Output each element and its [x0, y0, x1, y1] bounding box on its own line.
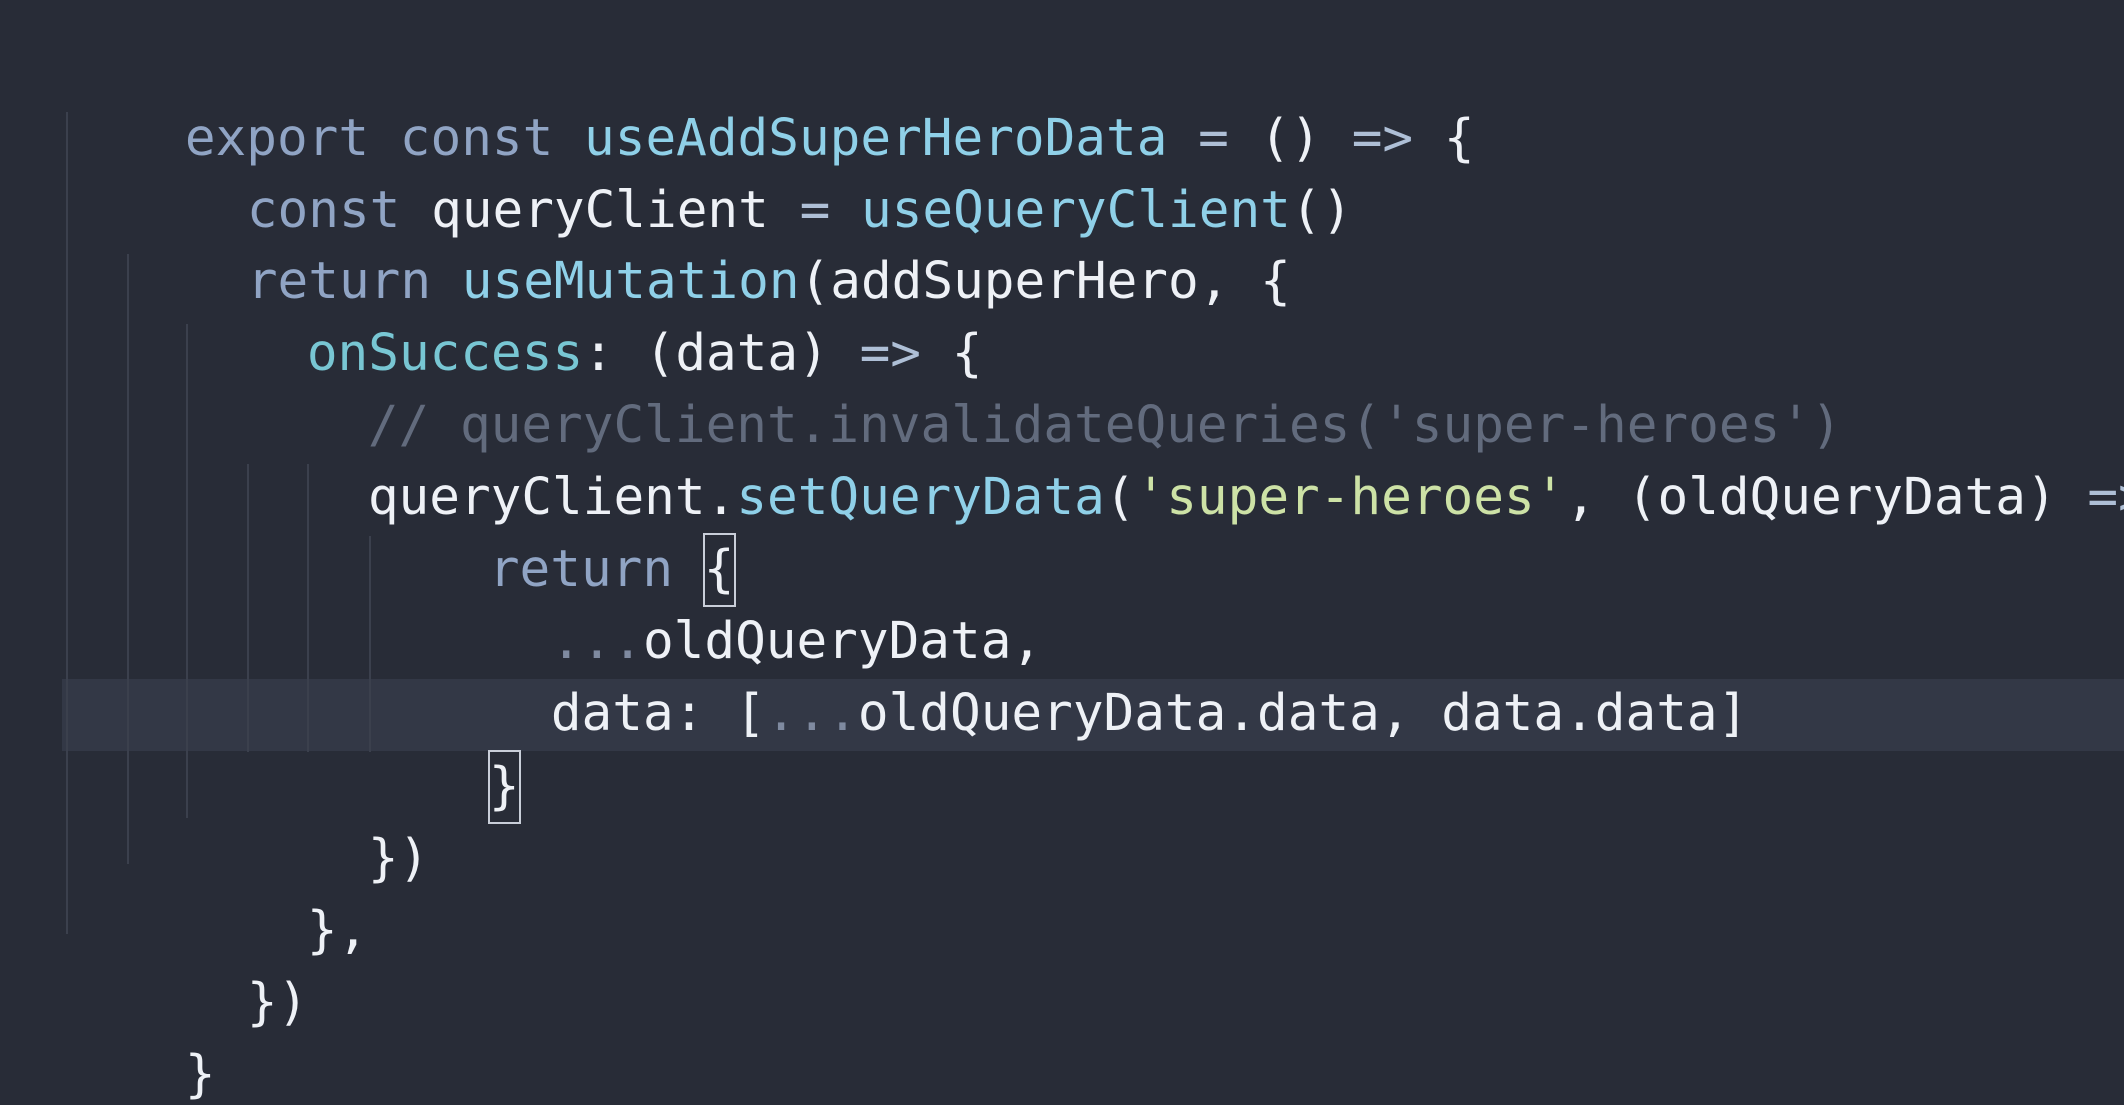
code-line-11[interactable]: }): [245, 751, 429, 888]
matched-close-brace: }: [487, 750, 521, 824]
code-line-6[interactable]: queryClient.setQueryData('super-heroes',…: [245, 390, 2124, 527]
open-brace: {: [1443, 109, 1475, 168]
parameter-list: , (oldQueryData): [1565, 468, 2057, 527]
code-line-12[interactable]: },: [184, 823, 368, 960]
property-key: data: [: [550, 684, 766, 743]
close-brace-paren: }): [246, 973, 309, 1032]
code-line-1[interactable]: export const useAddSuperHeroData = () =>…: [62, 31, 1475, 168]
arrow-operator: =>: [1351, 109, 1414, 168]
code-line-8[interactable]: ...oldQueryData,: [428, 534, 1042, 671]
close-brace: }: [184, 1045, 216, 1104]
method-call: setQueryData: [736, 468, 1105, 527]
punctuation: , {: [1198, 252, 1291, 311]
close-brace-comma: },: [306, 901, 369, 960]
code-line-4[interactable]: onSuccess: (data) => {: [184, 246, 983, 383]
code-line-3[interactable]: return useMutation(addSuperHero, {: [124, 174, 1291, 311]
code-line-7[interactable]: return {: [366, 462, 736, 607]
code-editor[interactable]: export const useAddSuperHeroData = () =>…: [0, 0, 2124, 1105]
parens: (): [1290, 181, 1353, 240]
code-line-13[interactable]: }): [124, 895, 308, 1032]
array-items: oldQueryData.data, data.data]: [857, 684, 1749, 743]
string-literal: 'super-heroes': [1135, 468, 1566, 527]
close-brace-paren: }): [367, 829, 430, 888]
code-line-5[interactable]: // queryClient.invalidateQueries('super-…: [245, 318, 1842, 455]
code-line-10[interactable]: }: [366, 679, 521, 824]
spread-operator: ...: [765, 684, 858, 743]
code-line-14[interactable]: }: [62, 967, 216, 1104]
code-line-9[interactable]: data: [...oldQueryData.data, data.data]: [428, 606, 1749, 743]
code-line-2[interactable]: const queryClient = useQueryClient(): [124, 103, 1352, 240]
arrow-operator: =>: [2087, 468, 2124, 527]
open-paren: (: [1104, 468, 1136, 527]
